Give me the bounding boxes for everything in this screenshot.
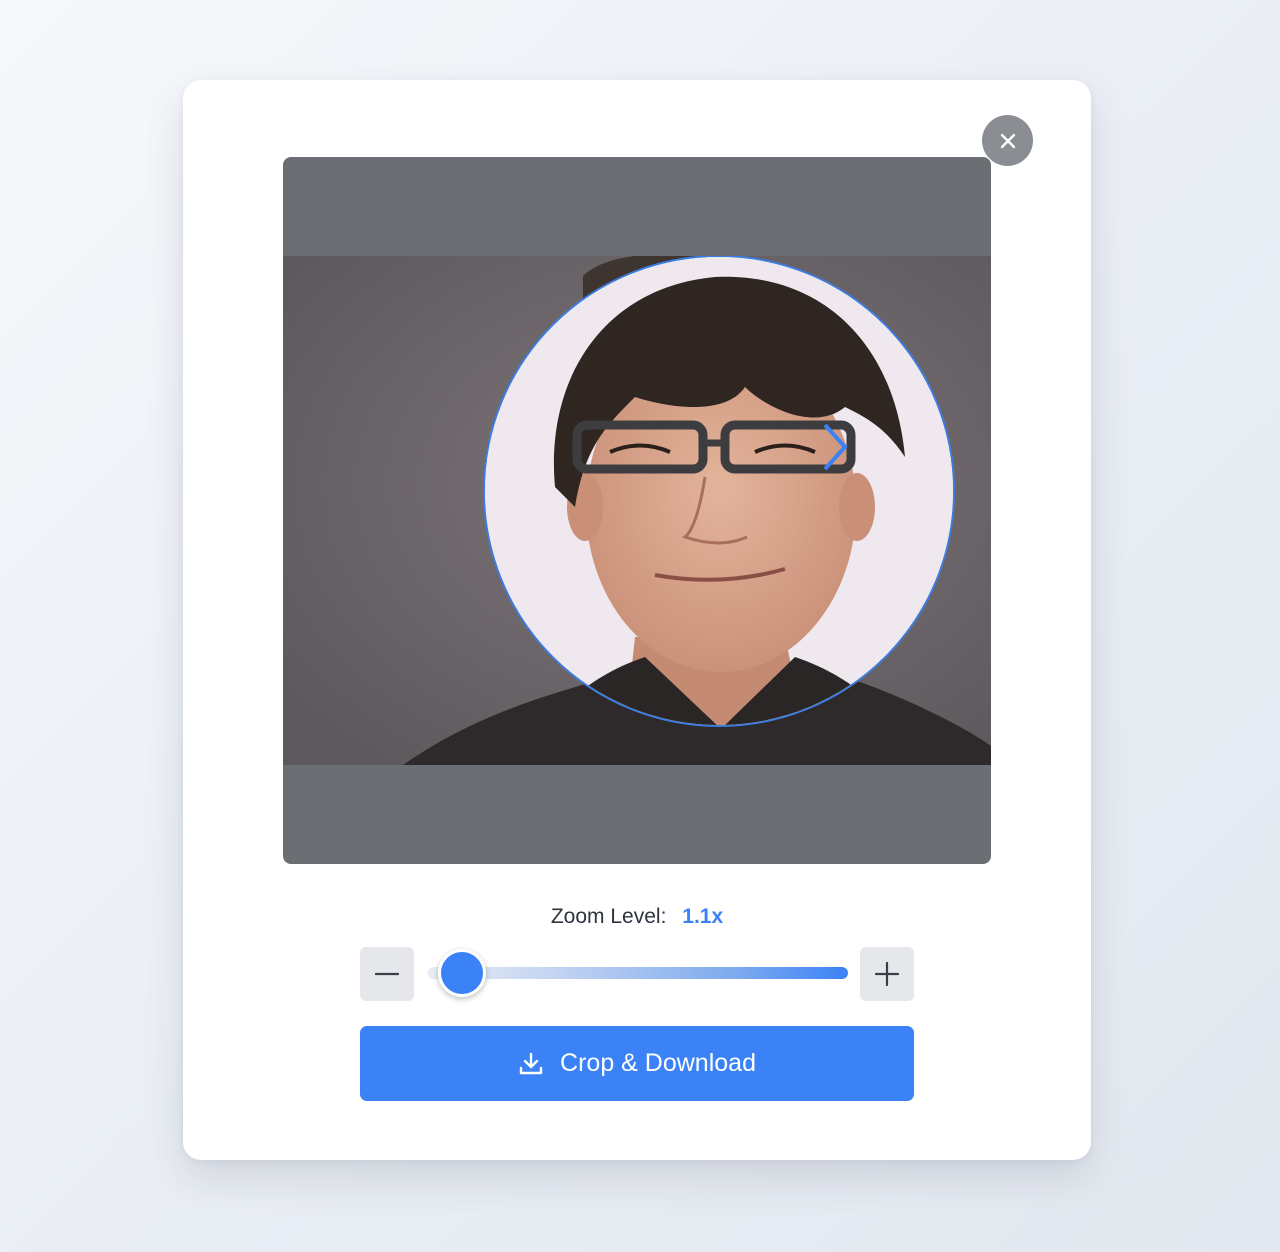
crop-canvas[interactable] bbox=[283, 157, 991, 864]
cropped-portrait bbox=[485, 257, 953, 725]
close-button[interactable] bbox=[982, 115, 1033, 166]
zoom-level-label: Zoom Level: bbox=[550, 905, 667, 928]
crop-circle-selection[interactable] bbox=[483, 256, 955, 727]
zoom-level-row: Zoom Level: 1.1x bbox=[183, 905, 1091, 929]
minus-icon bbox=[374, 972, 400, 976]
crop-download-button[interactable]: Crop & Download bbox=[360, 1026, 914, 1101]
zoom-level-value: 1.1x bbox=[682, 905, 724, 928]
zoom-slider-thumb[interactable] bbox=[437, 949, 486, 997]
source-photo bbox=[283, 256, 991, 765]
crop-dialog: Zoom Level: 1.1x Crop & Download bbox=[183, 80, 1091, 1160]
download-icon bbox=[518, 1051, 544, 1077]
close-icon bbox=[1000, 133, 1015, 148]
zoom-slider-track[interactable] bbox=[428, 967, 848, 979]
zoom-out-button[interactable] bbox=[360, 947, 414, 1001]
crop-download-label: Crop & Download bbox=[560, 1049, 756, 1077]
plus-icon bbox=[874, 961, 900, 987]
zoom-in-button[interactable] bbox=[860, 947, 914, 1001]
